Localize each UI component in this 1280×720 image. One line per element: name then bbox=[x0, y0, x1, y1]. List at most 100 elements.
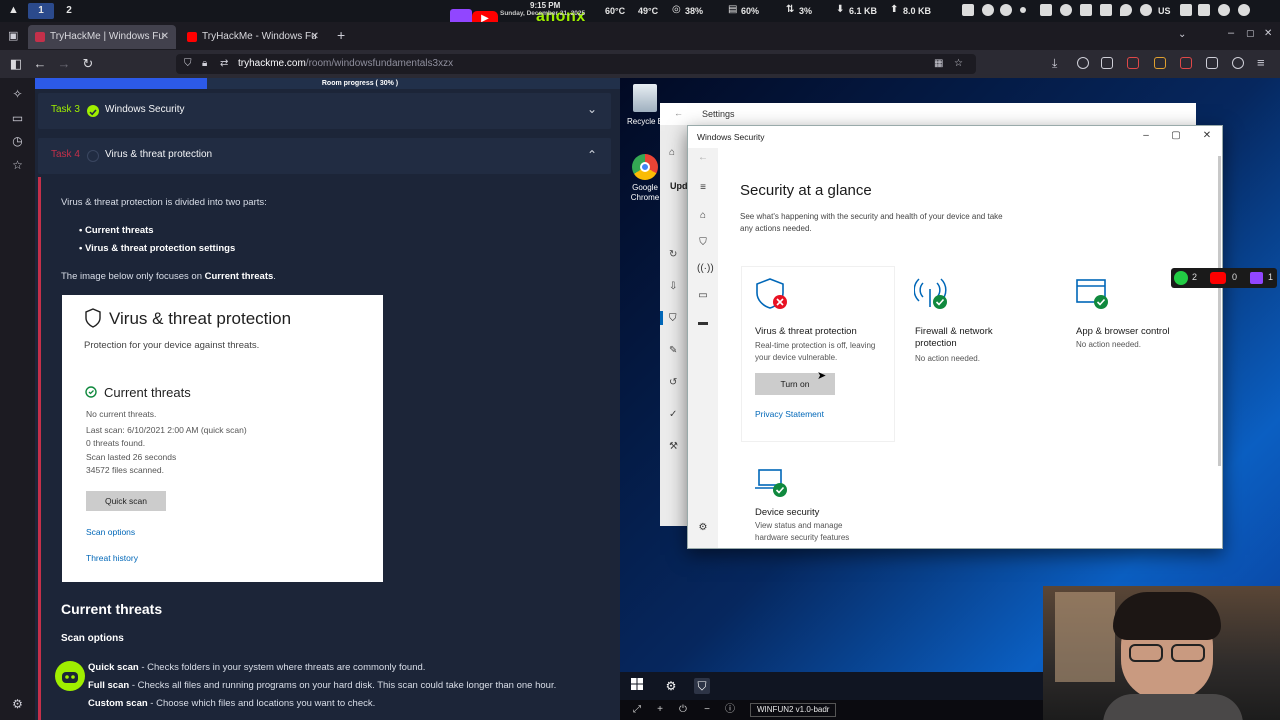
add-icon[interactable]: + bbox=[654, 704, 666, 716]
extensions-menu-icon[interactable] bbox=[1206, 57, 1218, 69]
recycle-bin-icon[interactable] bbox=[633, 84, 657, 112]
screenshot-line: 0 threats found. bbox=[86, 438, 146, 448]
bookmarks-icon[interactable]: ☆ bbox=[11, 159, 24, 172]
history-icon[interactable]: ◷ bbox=[11, 135, 24, 148]
task-4-number: Task 4 bbox=[51, 149, 80, 160]
reload-icon[interactable]: ↻ bbox=[80, 56, 96, 72]
tray-mic-icon[interactable] bbox=[1180, 4, 1192, 16]
customize-sidebar-icon[interactable]: ⚙ bbox=[11, 698, 24, 711]
settings-activation-icon[interactable]: ✓ bbox=[669, 409, 677, 420]
tray-battery-icon[interactable] bbox=[1198, 4, 1210, 16]
settings-home-icon[interactable]: ⌂ bbox=[669, 147, 675, 158]
keyboard-layout[interactable]: US bbox=[1158, 6, 1171, 16]
downloads-icon[interactable]: ⤓ bbox=[1052, 56, 1057, 71]
synced-tabs-icon[interactable]: ▭ bbox=[11, 112, 24, 125]
tray-vpn-icon[interactable] bbox=[1060, 4, 1072, 16]
chevron-up-icon[interactable]: ⌃ bbox=[587, 148, 597, 162]
ws-settings-gear-icon[interactable]: ⚙ bbox=[697, 522, 709, 534]
back-icon[interactable]: ← bbox=[32, 56, 48, 72]
card-device-security[interactable]: Device security View status and manage h… bbox=[742, 451, 894, 548]
ws-shield-icon[interactable]: ⛉ bbox=[697, 237, 709, 249]
menu-logo-icon[interactable]: ▲ bbox=[8, 4, 19, 16]
settings-recovery-icon[interactable]: ↺ bbox=[669, 377, 677, 388]
taskbar-settings-icon[interactable]: ⚙ bbox=[663, 678, 679, 694]
hamburger-menu-icon[interactable]: ≡ bbox=[1257, 55, 1265, 70]
windows-security-window[interactable]: Windows Security – ▢ ✕ ← ≡ ⌂ ⛉ ((·)) ▭ ▬… bbox=[687, 125, 1223, 549]
ws-app-browser-icon[interactable]: ▭ bbox=[697, 290, 709, 302]
extension-4-icon[interactable] bbox=[1154, 57, 1166, 69]
tray-info-icon[interactable] bbox=[1140, 4, 1152, 16]
task-3-header[interactable]: Task 3 Windows Security ⌄ bbox=[38, 93, 611, 129]
system-top-bar: ▲ 1 2 ▶ anonx 9:15 PM Sunday, December 2… bbox=[0, 0, 1280, 27]
chrome-center-icon bbox=[640, 162, 650, 172]
ws-minimize-icon[interactable]: – bbox=[1136, 129, 1156, 143]
settings-troubleshoot-icon[interactable]: ✎ bbox=[669, 345, 677, 356]
info-icon[interactable]: ⓘ bbox=[724, 704, 736, 716]
chevron-down-icon[interactable]: ⌄ bbox=[587, 102, 597, 116]
card-virus-threat-protection[interactable]: Virus & threat protection Real-time prot… bbox=[742, 267, 894, 441]
extension-5-icon[interactable] bbox=[1180, 57, 1192, 69]
tray-globe-icon[interactable] bbox=[1000, 4, 1012, 16]
extension-2-icon[interactable] bbox=[1101, 57, 1113, 69]
forward-icon[interactable]: → bbox=[56, 56, 72, 72]
task-4-header[interactable]: Task 4 Virus & threat protection ⌃ bbox=[38, 138, 611, 174]
bookmark-star-icon[interactable]: ☆ bbox=[954, 54, 963, 74]
tab-list-icon[interactable]: ▣ bbox=[8, 29, 18, 42]
settings-delivery-icon[interactable]: ⇩ bbox=[669, 281, 677, 292]
chrome-icon[interactable] bbox=[632, 154, 658, 180]
permissions-icon[interactable]: ⇄ bbox=[220, 54, 228, 74]
ws-scrollbar[interactable] bbox=[1218, 156, 1221, 466]
tray-volume-icon[interactable] bbox=[1100, 4, 1112, 16]
taskbar-windows-security-icon[interactable]: ⛉ bbox=[694, 678, 710, 694]
sidebar-toggle-icon[interactable]: ◧ bbox=[8, 56, 24, 72]
maximize-icon[interactable]: ▢ bbox=[1246, 28, 1255, 39]
close-window-icon[interactable]: ✕ bbox=[1264, 28, 1272, 39]
settings-update-icon[interactable]: ↻ bbox=[669, 249, 677, 260]
tray-theme-icon[interactable] bbox=[1218, 4, 1230, 16]
tab-tryhackme-2[interactable]: TryHackMe - Windows Fu ✕ bbox=[180, 25, 326, 49]
tray-monitor-icon[interactable] bbox=[962, 4, 974, 16]
tray-power-icon[interactable] bbox=[1238, 4, 1250, 16]
workspace-2-button[interactable]: 2 bbox=[56, 3, 82, 19]
tray-bluetooth-icon[interactable] bbox=[1080, 4, 1092, 16]
ws-device-security-icon[interactable]: ▬ bbox=[697, 317, 709, 329]
tab-tryhackme-1[interactable]: TryHackMe | Windows Fu ✕ bbox=[28, 25, 176, 49]
tray-user-icon[interactable] bbox=[982, 4, 994, 16]
windows-start-icon[interactable] bbox=[629, 678, 645, 694]
ai-chatbot-icon[interactable]: ✧ bbox=[11, 88, 24, 101]
tab-overflow-icon[interactable]: ⌄ bbox=[1178, 29, 1186, 40]
tray-location-icon[interactable] bbox=[1120, 4, 1132, 16]
power-icon[interactable]: ⏻ bbox=[677, 704, 689, 716]
thm-assistant-bot-icon[interactable] bbox=[55, 661, 85, 691]
settings-developer-icon[interactable]: ⚒ bbox=[669, 441, 678, 452]
minimize-icon[interactable]: – bbox=[1228, 27, 1234, 39]
settings-back-icon[interactable]: ← bbox=[674, 108, 683, 118]
minus-icon[interactable]: − bbox=[701, 704, 713, 716]
tray-clipboard-icon[interactable] bbox=[1040, 4, 1052, 16]
tray-record-icon[interactable] bbox=[1020, 7, 1026, 13]
workspace-1-button[interactable]: 1 bbox=[28, 3, 54, 19]
lock-icon[interactable]: 🔒︎ bbox=[202, 54, 207, 74]
ws-home-icon[interactable]: ⌂ bbox=[697, 210, 709, 222]
card-firewall-network[interactable]: Firewall & network protection No action … bbox=[902, 267, 1054, 441]
new-tab-icon[interactable]: + bbox=[337, 27, 345, 43]
settings-security-icon[interactable]: ⛉ bbox=[669, 313, 677, 324]
ws-back-icon[interactable]: ← bbox=[697, 152, 709, 164]
ws-firewall-icon[interactable]: ((·)) bbox=[697, 263, 714, 275]
privacy-statement-link[interactable]: Privacy Statement bbox=[755, 409, 824, 419]
close-tab-icon[interactable]: ✕ bbox=[161, 25, 169, 49]
ws-menu-icon[interactable]: ≡ bbox=[697, 182, 709, 194]
ws-close-icon[interactable]: ✕ bbox=[1197, 129, 1217, 143]
extension-3-icon[interactable] bbox=[1127, 57, 1139, 69]
card-title: Virus & threat protection bbox=[755, 326, 857, 337]
extension-1-icon[interactable] bbox=[1077, 57, 1089, 69]
qr-code-icon[interactable]: ▦ bbox=[934, 54, 943, 74]
account-icon[interactable] bbox=[1232, 57, 1244, 69]
ws-maximize-icon[interactable]: ▢ bbox=[1166, 129, 1186, 143]
fullscreen-icon[interactable]: ⤢ bbox=[631, 704, 643, 716]
url-bar[interactable]: ⛉ 🔒︎ ⇄ tryhackme.com/room/windowsfundame… bbox=[176, 54, 976, 74]
close-tab-icon[interactable]: ✕ bbox=[311, 25, 319, 49]
shield-icon[interactable]: ⛉ bbox=[184, 54, 192, 74]
card-app-browser-control[interactable]: App & browser control No action needed. bbox=[1063, 267, 1215, 441]
card-desc: View status and manage hardware security… bbox=[755, 521, 850, 542]
